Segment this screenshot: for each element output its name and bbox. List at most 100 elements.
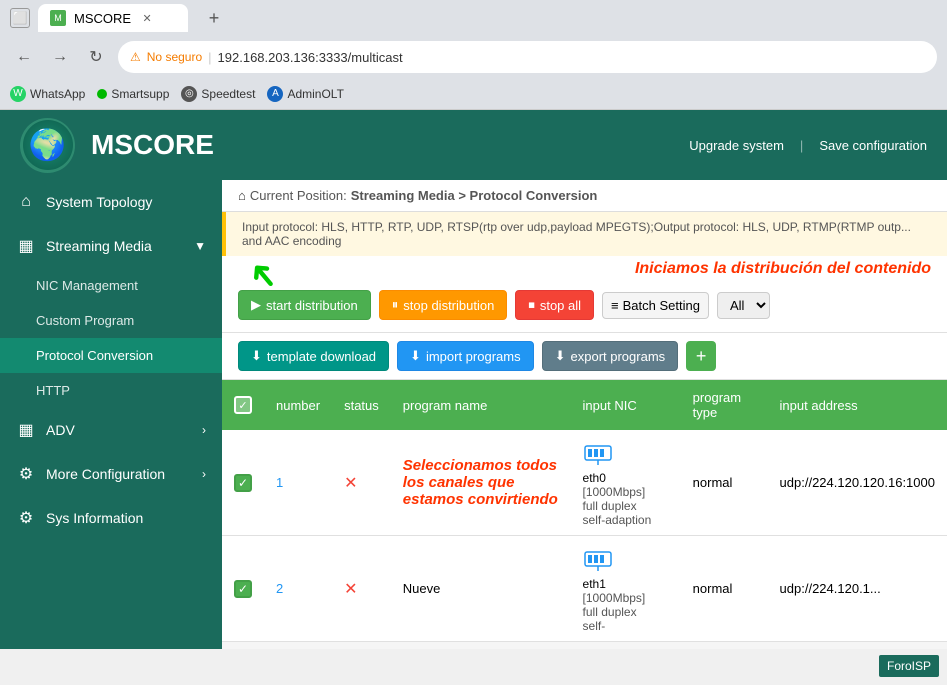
info-bar: Input protocol: HLS, HTTP, RTP, UDP, RTS… <box>222 212 947 256</box>
row2-number: 2 <box>264 536 332 642</box>
forward-button[interactable]: → <box>46 43 74 71</box>
app-title: MSCORE <box>91 129 214 161</box>
export-icon: ⬇ <box>555 348 566 364</box>
protocol-conversion-label: Protocol Conversion <box>36 348 153 363</box>
watermark: ForoISP <box>879 655 939 677</box>
batch-select-dropdown[interactable]: All <box>717 292 770 319</box>
start-distribution-label: start distribution <box>266 298 358 313</box>
new-tab-button[interactable]: + <box>200 4 228 32</box>
bookmark-adminolt[interactable]: A AdminOLT <box>267 86 343 102</box>
sidebar-item-sys-info-label: Sys Information <box>46 510 143 526</box>
stop-distribution-button[interactable]: ⏸ stop distribution <box>379 290 508 320</box>
window-icon: ⬜ <box>10 8 30 28</box>
select-all-checkbox[interactable]: ✓ <box>234 396 252 414</box>
row2-nic-container: eth1 [1000Mbps] full duplex self- <box>583 544 669 633</box>
row2-input-nic: eth1 [1000Mbps] full duplex self- <box>571 536 681 642</box>
row1-nic-text: eth0 [1000Mbps] full duplex self-adaptio… <box>583 471 652 527</box>
row2-nic-duplex: full duplex <box>583 605 646 619</box>
adminolt-icon: A <box>267 86 283 102</box>
sidebar-item-custom-program[interactable]: Custom Program <box>0 303 222 338</box>
breadcrumb-path: Streaming Media > Protocol Conversion <box>351 188 598 203</box>
network-icon <box>583 438 613 468</box>
sidebar-item-more-config[interactable]: ⚙ More Configuration › <box>0 452 222 496</box>
upgrade-system-link[interactable]: Upgrade system <box>689 138 784 153</box>
toolbar-row-2: ⬇ template download ⬇ import programs ⬇ … <box>222 333 947 380</box>
security-warning-text: No seguro <box>147 50 202 64</box>
back-button[interactable]: ← <box>10 43 38 71</box>
row2-number-link[interactable]: 2 <box>276 581 283 596</box>
active-tab[interactable]: M MSCORE ✕ <box>38 4 188 32</box>
sidebar-item-streaming-media[interactable]: ▦ Streaming Media ▼ <box>0 224 222 268</box>
speedtest-icon: ◎ <box>181 86 197 102</box>
table-row: ✓ 2 ✕ Nueve <box>222 536 947 642</box>
export-programs-label: export programs <box>571 349 666 364</box>
reload-button[interactable]: ↻ <box>82 43 110 71</box>
toolbar-inner: ➜ ▶ start distribution ⏸ stop distributi… <box>238 290 594 320</box>
streaming-grid-icon: ▦ <box>16 236 36 256</box>
sidebar-item-more-config-label: More Configuration <box>46 466 165 482</box>
security-warning-icon: ⚠ <box>130 50 141 64</box>
bookmark-speedtest[interactable]: ◎ Speedtest <box>181 86 255 102</box>
import-programs-button[interactable]: ⬇ import programs <box>397 341 534 371</box>
row1-status: ✕ <box>332 430 391 536</box>
template-download-label: template download <box>267 349 376 364</box>
browser-titlebar: ⬜ M MSCORE ✕ + <box>0 0 947 36</box>
import-icon: ⬇ <box>410 348 421 364</box>
window-controls: ⬜ <box>10 8 30 28</box>
bookmark-smartsupp[interactable]: Smartsupp <box>97 87 169 101</box>
row2-check-icon: ✓ <box>238 582 248 596</box>
home-icon: ⌂ <box>16 192 36 212</box>
http-label: HTTP <box>36 383 70 398</box>
bookmark-whatsapp-label: WhatsApp <box>30 87 85 101</box>
row2-status: ✕ <box>332 536 391 642</box>
header-actions: Upgrade system | Save configuration <box>689 138 927 153</box>
table-container: ✓ number status program name input NIC p… <box>222 380 947 642</box>
sidebar-item-system-topology[interactable]: ⌂ System Topology <box>0 180 222 224</box>
bookmark-smartsupp-label: Smartsupp <box>111 87 169 101</box>
row1-checkbox-cell: ✓ <box>222 430 264 536</box>
export-programs-button[interactable]: ⬇ export programs <box>542 341 679 371</box>
address-bar[interactable]: ⚠ No seguro | 192.168.203.136:3333/multi… <box>118 41 937 73</box>
smartsupp-dot-icon <box>97 89 107 99</box>
stop-all-button[interactable]: ⏹ stop all <box>515 290 594 320</box>
row1-nic-adaption: self-adaption <box>583 513 652 527</box>
row2-nic-text: eth1 [1000Mbps] full duplex self- <box>583 577 646 633</box>
download-icon: ⬇ <box>251 348 262 364</box>
row1-input-nic: eth0 [1000Mbps] full duplex self-adaptio… <box>571 430 681 536</box>
bookmark-whatsapp[interactable]: W WhatsApp <box>10 86 85 102</box>
row2-program-name: Nueve <box>391 536 571 642</box>
tab-close-button[interactable]: ✕ <box>139 10 155 26</box>
browser-chrome: ⬜ M MSCORE ✕ + ← → ↻ ⚠ No seguro | 192.1… <box>0 0 947 110</box>
breadcrumb: ⌂ Current Position: Streaming Media > Pr… <box>238 188 931 203</box>
template-download-button[interactable]: ⬇ template download <box>238 341 389 371</box>
stop-all-label: stop all <box>540 298 581 313</box>
header-divider: | <box>800 138 803 153</box>
url-text[interactable]: 192.168.203.136:3333/multicast <box>218 50 403 65</box>
sidebar-item-http[interactable]: HTTP <box>0 373 222 408</box>
sidebar-item-adv[interactable]: ▦ ADV › <box>0 408 222 452</box>
app-container: 🌍 MSCORE Upgrade system | Save configura… <box>0 110 947 649</box>
row2-checkbox-cell: ✓ <box>222 536 264 642</box>
sidebar-item-sys-info[interactable]: ⚙ Sys Information <box>0 496 222 540</box>
row1-number-link[interactable]: 1 <box>276 475 283 490</box>
tab-favicon: M <box>50 10 66 26</box>
row2-status-icon: ✕ <box>344 581 357 598</box>
bookmark-speedtest-label: Speedtest <box>201 87 255 101</box>
more-config-chevron-icon: › <box>202 467 206 481</box>
breadcrumb-home-icon: ⌂ <box>238 188 246 203</box>
adv-chevron-icon: › <box>202 423 206 437</box>
table-row: ✓ 1 ✕ Seleccionamos todos los canales qu… <box>222 430 947 536</box>
row1-program-name: Seleccionamos todos los canales que esta… <box>391 430 571 536</box>
address-separator: | <box>208 50 211 65</box>
streaming-chevron-icon: ▼ <box>194 239 206 253</box>
annotation-area-1: Iniciamos la distribución del contenido <box>222 256 947 278</box>
sidebar-item-nic-management[interactable]: NIC Management <box>0 268 222 303</box>
add-button[interactable]: + <box>686 341 716 371</box>
row1-nic-name: eth0 <box>583 471 652 485</box>
app-logo: 🌍 <box>20 118 75 173</box>
row1-checkbox[interactable]: ✓ <box>234 474 252 492</box>
save-configuration-link[interactable]: Save configuration <box>819 138 927 153</box>
sidebar-item-protocol-conversion[interactable]: Protocol Conversion <box>0 338 222 373</box>
adv-icon: ▦ <box>16 420 36 440</box>
row2-checkbox[interactable]: ✓ <box>234 580 252 598</box>
